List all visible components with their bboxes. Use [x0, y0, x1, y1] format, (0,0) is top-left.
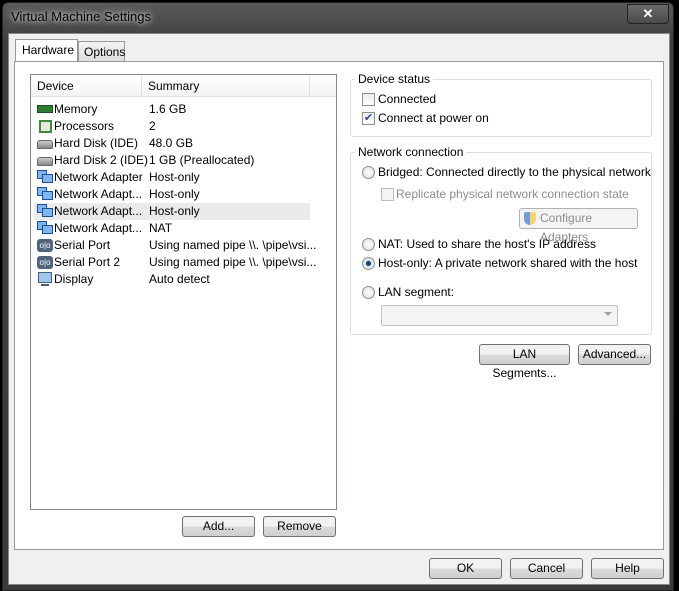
device-summary: 1.6 GB — [149, 102, 187, 116]
hard-disk-icon — [37, 136, 53, 150]
network-adapter-icon — [37, 204, 53, 218]
help-button[interactable]: Help — [591, 558, 664, 579]
device-summary: Using named pipe \\. \pipe\vsi... — [149, 238, 317, 252]
device-name: Network Adapt... — [54, 204, 143, 218]
device-name: Network Adapt... — [54, 187, 143, 201]
list-header: Device Summary — [31, 75, 336, 97]
window-title: Virtual Machine Settings — [11, 9, 151, 24]
column-header-device[interactable]: Device — [31, 75, 142, 97]
hard-disk-icon — [37, 153, 53, 167]
device-status-title: Device status — [355, 72, 434, 86]
advanced-button[interactable]: Advanced... — [578, 344, 651, 365]
device-row[interactable]: Display Auto detect — [34, 271, 310, 288]
device-row[interactable]: Hard Disk (IDE) 48.0 GB — [34, 135, 310, 152]
device-summary: Host-only — [149, 204, 200, 218]
tab-options[interactable]: Options — [78, 41, 125, 62]
device-name: Hard Disk 2 (IDE) — [54, 153, 149, 167]
device-row[interactable]: Processors 2 — [34, 118, 310, 135]
device-summary: 1 GB (Preallocated) — [149, 153, 255, 167]
device-name: Processors — [54, 119, 115, 133]
display-icon — [37, 272, 53, 286]
connect-at-power-on-label[interactable]: Connect at power on — [378, 111, 489, 125]
device-row[interactable]: o|o Serial Port Using named pipe \\. \pipe… — [34, 237, 316, 254]
device-name: Hard Disk (IDE) — [54, 136, 139, 150]
device-row[interactable]: o|o Serial Port 2 Using named pipe \\. \pi… — [34, 254, 316, 271]
network-connection-title: Network connection — [355, 145, 467, 159]
replicate-checkbox[interactable] — [381, 188, 394, 201]
processor-icon — [37, 119, 53, 133]
ok-button[interactable]: OK — [429, 558, 502, 579]
device-name: Network Adapt... — [54, 221, 143, 235]
device-summary: Host-only — [149, 170, 200, 184]
close-button[interactable]: ✕ — [627, 4, 669, 24]
lan-segment-radio[interactable] — [362, 286, 375, 299]
device-summary: Using named pipe \\. \pipe\vsi... — [149, 255, 317, 269]
device-list[interactable]: Device Summary Memory 1.6 GB Processors 2 Ha… — [30, 74, 337, 510]
device-name: Display — [54, 272, 94, 286]
bridged-label[interactable]: Bridged: Connected directly to the physi… — [378, 165, 651, 179]
cancel-button[interactable]: Cancel — [510, 558, 583, 579]
nat-label[interactable]: NAT: Used to share the host's IP address — [378, 237, 596, 251]
device-summary: Auto detect — [149, 272, 210, 286]
device-name: Network Adapter — [54, 170, 143, 184]
host-only-radio[interactable] — [362, 257, 375, 270]
device-name: Serial Port — [54, 238, 111, 252]
add-button[interactable]: Add... — [182, 516, 255, 537]
bridged-radio[interactable] — [362, 166, 375, 179]
device-row[interactable]: Network Adapt... NAT — [34, 220, 310, 237]
device-summary: 2 — [149, 119, 156, 133]
tab-hardware[interactable]: Hardware — [15, 39, 78, 61]
device-name: Serial Port 2 — [54, 255, 121, 269]
device-summary: 48.0 GB — [149, 136, 194, 150]
lan-segment-label[interactable]: LAN segment: — [378, 285, 454, 299]
lan-segment-dropdown[interactable] — [381, 305, 618, 326]
column-header-summary[interactable]: Summary — [142, 75, 310, 97]
host-only-label[interactable]: Host-only: A private network shared with… — [378, 256, 637, 270]
chevron-down-icon — [604, 312, 612, 316]
configure-adapters-button[interactable]: Configure Adapters — [519, 208, 638, 244]
serial-port-icon: o|o — [37, 255, 53, 269]
device-summary: Host-only — [149, 187, 200, 201]
device-name: Memory — [54, 102, 98, 116]
device-row[interactable]: Network Adapt... Host-only — [34, 186, 310, 203]
device-row[interactable]: Memory 1.6 GB — [34, 101, 310, 118]
device-status-group — [350, 79, 652, 137]
connected-checkbox[interactable] — [362, 93, 375, 106]
memory-icon — [37, 102, 53, 116]
network-adapter-icon — [37, 187, 53, 201]
nat-radio[interactable] — [362, 238, 375, 251]
network-adapter-icon — [37, 221, 53, 235]
connect-at-power-on-checkbox[interactable]: ✔ — [362, 112, 375, 125]
lan-segments-button[interactable]: LAN Segments... — [479, 344, 570, 380]
remove-button[interactable]: Remove — [263, 516, 336, 537]
uac-shield-icon — [524, 212, 536, 225]
device-row[interactable]: Network Adapt... Host-only — [34, 203, 310, 220]
replicate-label: Replicate physical network connection st… — [396, 187, 629, 201]
device-row[interactable]: Hard Disk 2 (IDE) 1 GB (Preallocated) — [34, 152, 310, 169]
connected-label[interactable]: Connected — [378, 92, 436, 106]
network-adapter-icon — [37, 170, 53, 184]
device-summary: NAT — [149, 221, 173, 235]
device-row[interactable]: Network Adapter Host-only — [34, 169, 310, 186]
serial-port-icon: o|o — [37, 238, 53, 252]
